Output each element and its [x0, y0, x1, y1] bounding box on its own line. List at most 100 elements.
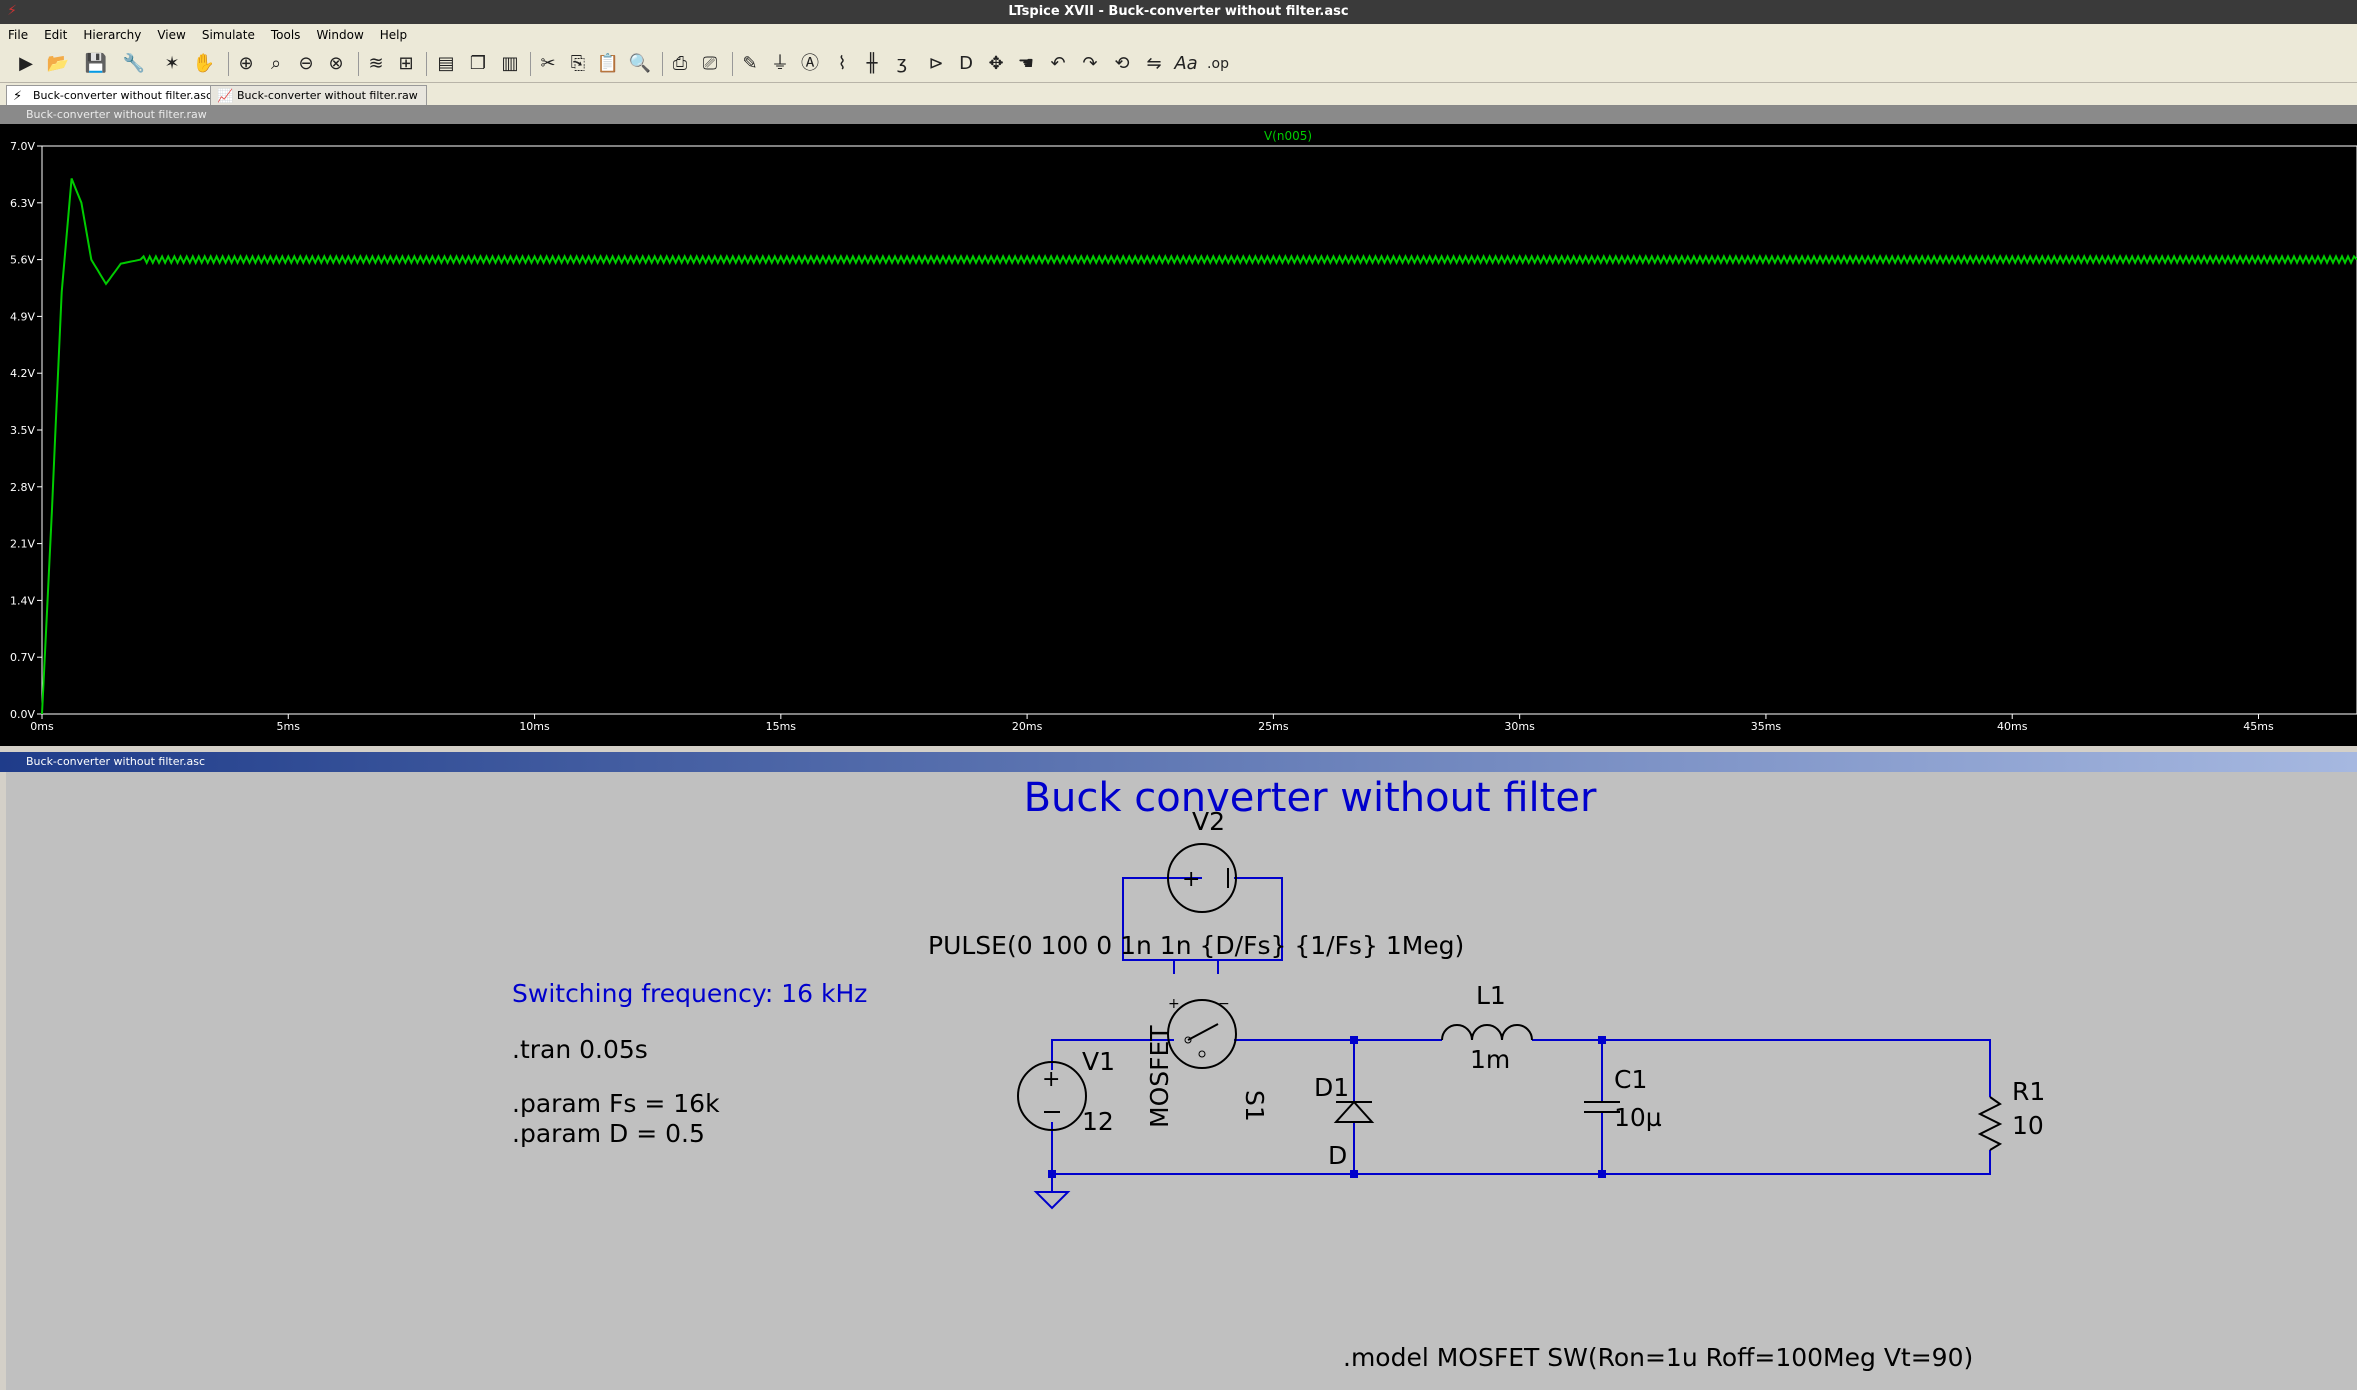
- schematic-icon: ⚡: [13, 89, 23, 104]
- find-icon[interactable]: 🔍: [628, 52, 652, 76]
- tile-h-icon[interactable]: ▤: [434, 52, 458, 76]
- redo-icon[interactable]: ↷: [1078, 52, 1102, 76]
- directive-tran[interactable]: .tran 0.05s: [512, 1035, 648, 1064]
- menu-hierarchy[interactable]: Hierarchy: [75, 24, 149, 46]
- ground-symbol[interactable]: [1033, 1191, 1071, 1210]
- tab-schematic[interactable]: ⚡ Buck-converter without filter.asc: [6, 85, 221, 105]
- open-icon[interactable]: 📂: [46, 52, 70, 76]
- inductor-icon[interactable]: ʒ: [890, 52, 914, 76]
- text-icon[interactable]: Aa: [1174, 52, 1198, 76]
- junctions: [1048, 1036, 1606, 1178]
- menu-edit[interactable]: Edit: [36, 24, 75, 46]
- window-title: LTspice XVII - Buck-converter without fi…: [1008, 4, 1349, 19]
- c1-name[interactable]: C1: [1614, 1065, 1647, 1094]
- print-preview-icon[interactable]: ⎚: [698, 52, 722, 76]
- junction: [1048, 1170, 1056, 1178]
- resistor-icon[interactable]: ⌇: [830, 52, 854, 76]
- d1-model[interactable]: D: [1328, 1141, 1347, 1170]
- x-tick-label: 15ms: [766, 720, 797, 733]
- d1-diode[interactable]: [1333, 1100, 1375, 1123]
- menu-view[interactable]: View: [149, 24, 193, 46]
- junction: [1598, 1036, 1606, 1044]
- mirror-icon[interactable]: ⇋: [1142, 52, 1166, 76]
- c1-value[interactable]: 10µ: [1614, 1103, 1662, 1132]
- wire-ground-bus[interactable]: [1051, 1122, 1991, 1175]
- undo-icon[interactable]: ↶: [1046, 52, 1070, 76]
- r1-name[interactable]: R1: [2012, 1077, 2045, 1106]
- menu-simulate[interactable]: Simulate: [194, 24, 263, 46]
- tab-bar: ⚡ Buck-converter without filter.asc 📈 Bu…: [0, 83, 2357, 106]
- drag-icon[interactable]: ☚: [1014, 52, 1038, 76]
- menu-tools[interactable]: Tools: [263, 24, 309, 46]
- junction: [1350, 1036, 1358, 1044]
- zoom-in-icon[interactable]: ⊕: [234, 52, 258, 76]
- zoom-out-icon[interactable]: ⊖: [294, 52, 318, 76]
- v2-name[interactable]: V2: [1192, 807, 1225, 836]
- cut-icon[interactable]: ✂: [536, 52, 560, 76]
- x-tick-label: 10ms: [519, 720, 550, 733]
- spice-directive-icon[interactable]: .op: [1206, 52, 1230, 76]
- schematic-window-title: Buck-converter without filter.asc: [0, 752, 2357, 772]
- cascade-icon[interactable]: ❐: [466, 52, 490, 76]
- toolbar: ▶ 📂 💾 🔧 ✶ ✋ ⊕ ⌕ ⊖ ⊗ ≋ ⊞ ▤ ❐ ▥ ✂ ⎘ 📋 🔍 ⎙ …: [0, 46, 2357, 83]
- schematic-heading[interactable]: Buck converter without filter: [1024, 775, 1597, 821]
- menu-help[interactable]: Help: [372, 24, 415, 46]
- wire-icon[interactable]: ✎: [738, 52, 762, 76]
- tab-waveform[interactable]: 📈 Buck-converter without filter.raw: [210, 85, 427, 105]
- r1-resistor[interactable]: [1977, 1096, 2003, 1151]
- x-tick-label: 20ms: [1012, 720, 1043, 733]
- s1-switch[interactable]: + −: [1167, 996, 1237, 1069]
- save-icon[interactable]: 💾: [84, 52, 108, 76]
- zoom-pan-icon[interactable]: ⌕: [264, 52, 288, 76]
- trace-label[interactable]: V(n005): [1264, 129, 1312, 143]
- v1-name[interactable]: V1: [1082, 1047, 1115, 1076]
- diode-icon[interactable]: ⊳: [924, 52, 948, 76]
- l1-name[interactable]: L1: [1476, 981, 1506, 1010]
- print-icon[interactable]: ⎙: [668, 52, 692, 76]
- hand-icon[interactable]: ✋: [192, 52, 216, 76]
- autorange-icon[interactable]: ≋: [364, 52, 388, 76]
- component-icon[interactable]: D: [954, 52, 978, 76]
- s1-plus: +: [1168, 996, 1180, 1012]
- v1-value[interactable]: 12: [1082, 1107, 1114, 1136]
- l1-value[interactable]: 1m: [1470, 1045, 1510, 1074]
- s1-minus: −: [1218, 996, 1230, 1012]
- d1-name[interactable]: D1: [1314, 1073, 1349, 1102]
- capacitor-icon[interactable]: ╫: [860, 52, 884, 76]
- ground-icon[interactable]: ⏚: [768, 52, 792, 76]
- grid-icon[interactable]: ⊞: [394, 52, 418, 76]
- r1-value[interactable]: 10: [2012, 1111, 2044, 1140]
- y-tick-label: 2.1V: [10, 538, 35, 551]
- label-icon[interactable]: Ⓐ: [798, 52, 822, 76]
- v2-value[interactable]: PULSE(0 100 0 1n 1n {D/Fs} {1/Fs} 1Meg): [928, 931, 1464, 960]
- ltspice-app-icon[interactable]: ⚡: [4, 3, 20, 19]
- directive-model[interactable]: .model MOSFET SW(Ron=1u Roff=100Meg Vt=9…: [1343, 1343, 1973, 1372]
- schematic-pane[interactable]: Buck converter without filter Switching …: [6, 772, 2357, 1390]
- rotate-icon[interactable]: ⟲: [1110, 52, 1134, 76]
- comment-switching-frequency[interactable]: Switching frequency: 16 kHz: [512, 979, 867, 1008]
- junction: [1350, 1170, 1358, 1178]
- halt-icon[interactable]: ✶: [160, 52, 184, 76]
- directive-param-d[interactable]: .param D = 0.5: [512, 1119, 705, 1148]
- wire-l1-to-r1[interactable]: [1532, 1039, 1991, 1097]
- y-tick-label: 0.7V: [10, 651, 35, 664]
- menu-bar: File Edit Hierarchy View Simulate Tools Window…: [0, 24, 2357, 46]
- directive-param-fs[interactable]: .param Fs = 16k: [512, 1089, 720, 1118]
- menu-file[interactable]: File: [0, 24, 36, 46]
- s1-model[interactable]: MOSFET: [1145, 1025, 1174, 1128]
- move-icon[interactable]: ✥: [984, 52, 1008, 76]
- zoom-fit-icon[interactable]: ⊗: [324, 52, 348, 76]
- control-panel-icon[interactable]: 🔧: [122, 52, 146, 76]
- s1-name[interactable]: S1: [1240, 1090, 1269, 1122]
- schematic-canvas: Buck converter without filter Switching …: [512, 775, 2045, 1372]
- trace-v-n005[interactable]: [41, 178, 2357, 715]
- waveform-pane[interactable]: V(n005) 0.0V 0.7V 1.4V 2.1V 2.8V 3.5V 4.2V 4.9V…: [0, 124, 2357, 746]
- run-icon[interactable]: ▶: [14, 52, 38, 76]
- l1-inductor[interactable]: [1441, 1024, 1533, 1041]
- v1-source[interactable]: +: [1017, 1061, 1087, 1131]
- menu-window[interactable]: Window: [308, 24, 371, 46]
- copy-icon[interactable]: ⎘: [566, 52, 590, 76]
- tile-v-icon[interactable]: ▥: [498, 52, 522, 76]
- paste-icon[interactable]: 📋: [596, 52, 620, 76]
- y-tick-label: 1.4V: [10, 594, 35, 607]
